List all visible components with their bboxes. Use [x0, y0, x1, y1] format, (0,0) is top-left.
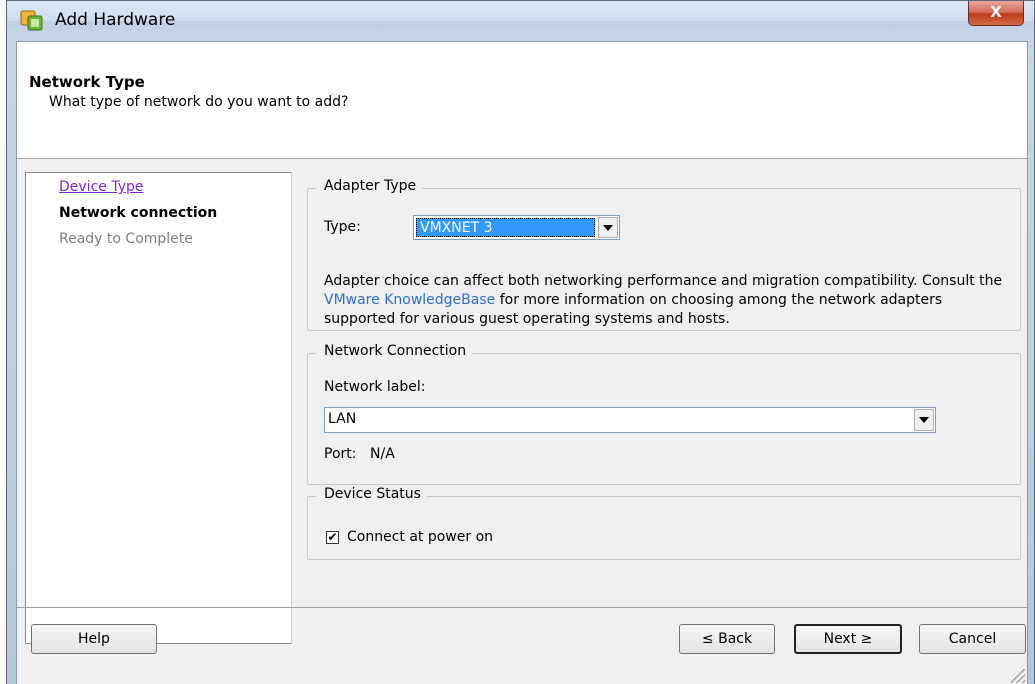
step-ready-to-complete: Ready to Complete [59, 231, 193, 247]
group-title-network-connection: Network Connection [316, 343, 473, 359]
description-text-start: Adapter choice can affect both networkin… [324, 273, 1003, 289]
title-bar[interactable]: Add Hardware X [7, 1, 1034, 41]
connect-at-power-on-checkbox[interactable]: ✔ [326, 531, 339, 544]
window-title: Add Hardware [55, 10, 176, 30]
page-title: Network Type [29, 73, 145, 91]
back-button[interactable]: ≤ Back [679, 624, 775, 654]
close-icon: X [990, 3, 1002, 21]
network-connection-group: Network Connection Network label: LAN Po… [307, 343, 1021, 485]
adapter-type-dropdown-button[interactable] [598, 217, 618, 238]
vsphere-icon [20, 10, 43, 31]
page-subtitle: What type of network do you want to add? [49, 94, 349, 110]
wizard-header: Network Type What type of network do you… [17, 42, 1027, 159]
network-label-dropdown-button[interactable] [914, 409, 934, 431]
network-label-select[interactable]: LAN [324, 407, 936, 433]
add-hardware-window: Add Hardware X Network Type What type of… [6, 0, 1035, 684]
chevron-down-icon [919, 417, 929, 423]
connect-at-power-on-label[interactable]: Connect at power on [347, 529, 493, 545]
next-button[interactable]: Next ≥ [794, 624, 902, 654]
group-title-adapter-type: Adapter Type [316, 178, 423, 194]
help-button[interactable]: Help [31, 624, 157, 654]
adapter-type-select[interactable]: VMXNET 3 [413, 215, 620, 240]
network-label-caption: Network label: [324, 379, 426, 395]
port-label: Port: [324, 446, 357, 462]
dialog-client-area: Network Type What type of network do you… [16, 41, 1028, 684]
step-device-type-link[interactable]: Device Type [59, 179, 144, 195]
vmware-knowledgebase-link[interactable]: VMware KnowledgeBase [324, 292, 495, 308]
type-label: Type: [324, 219, 361, 235]
adapter-type-value: VMXNET 3 [416, 218, 595, 237]
network-label-value: LAN [328, 411, 357, 427]
group-title-device-status: Device Status [316, 486, 427, 502]
footer-divider [17, 607, 1027, 608]
resize-grip-icon[interactable] [1011, 669, 1025, 683]
adapter-type-group: Adapter Type Type: VMXNET 3 Adapter choi… [307, 178, 1021, 331]
port-value: N/A [370, 446, 395, 462]
step-network-connection: Network connection [59, 205, 218, 221]
device-status-group: Device Status ✔ Connect at power on [307, 486, 1021, 560]
wizard-steps-panel: Device Type Network connection Ready to … [25, 172, 292, 644]
cancel-button[interactable]: Cancel [919, 624, 1026, 654]
adapter-description: Adapter choice can affect both networkin… [324, 272, 1014, 329]
chevron-down-icon [603, 224, 613, 231]
close-button[interactable]: X [968, 1, 1024, 26]
